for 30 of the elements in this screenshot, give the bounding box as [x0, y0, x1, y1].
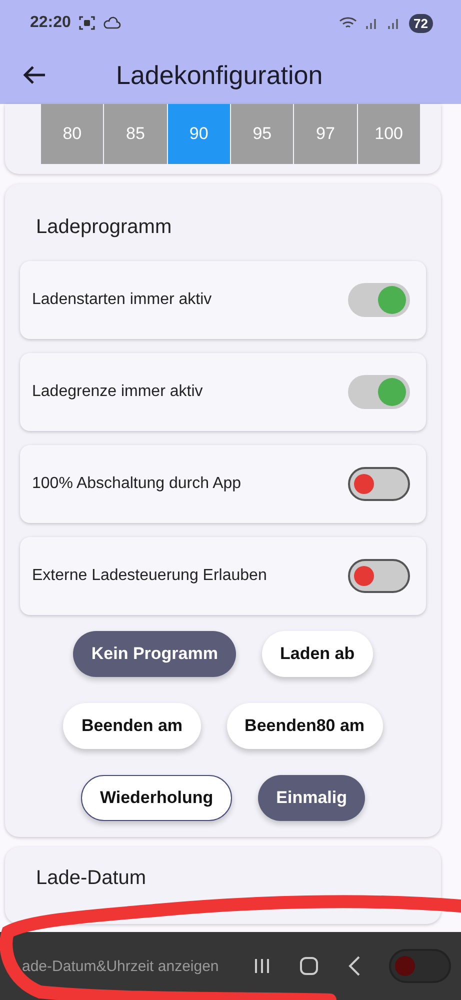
program-chip[interactable]: Wiederholung [80, 775, 232, 821]
toggle-switch[interactable] [348, 559, 410, 593]
program-chip[interactable]: Laden ab [262, 631, 373, 677]
program-chip[interactable]: Beenden80 am [226, 703, 383, 749]
back-icon[interactable] [347, 955, 361, 977]
page-title: Ladekonfiguration [116, 60, 323, 90]
battery-level: 72 [408, 14, 433, 32]
program-chip[interactable]: Kein Programm [73, 631, 236, 677]
setting-label: Ladegrenze immer aktiv [32, 383, 203, 401]
program-chip[interactable]: Einmalig [258, 775, 366, 821]
setting-label: Externe Ladesteuerung Erlauben [32, 567, 267, 585]
home-icon[interactable] [299, 956, 319, 976]
card-title: Ladeprogramm [35, 215, 173, 240]
toggle-switch[interactable] [389, 949, 451, 983]
toggle-switch[interactable] [348, 283, 410, 317]
setting-label: ade-Datum&Uhrzeit anzeigen [22, 958, 219, 974]
wifi-icon [338, 16, 357, 30]
card-title: Lade-Datum [35, 867, 148, 891]
signal-icon [386, 16, 401, 30]
back-arrow-icon[interactable] [22, 65, 46, 85]
recent-apps-icon[interactable] [253, 957, 271, 975]
setting-label: 100% Abschaltung durch App [32, 475, 242, 493]
screenshot-icon [78, 15, 95, 31]
toggle-switch[interactable] [348, 467, 410, 501]
program-chip[interactable]: Beenden am [63, 703, 201, 749]
setting-label: Ladenstarten immer aktiv [32, 291, 212, 309]
cloud-icon [102, 16, 121, 30]
signal-icon [364, 16, 379, 30]
toggle-switch[interactable] [348, 375, 410, 409]
status-time: 22:20 [30, 14, 71, 32]
